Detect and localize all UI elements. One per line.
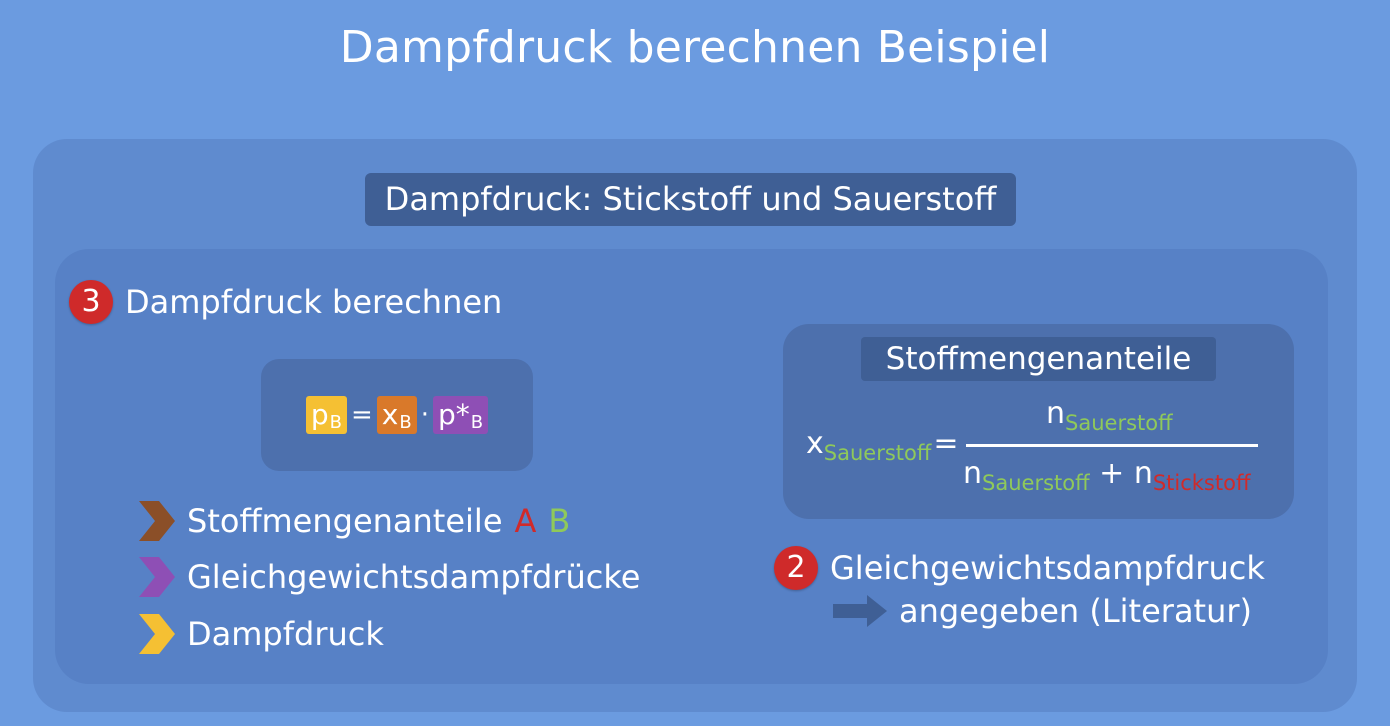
vapor-pressure-formula: pB = xB · p* B xyxy=(261,359,533,471)
den-n2-sub: Stickstoff xyxy=(1152,471,1251,495)
legend-item-gleichgewichtsdampfdruecke: Gleichgewichtsdampfdrücke xyxy=(137,555,640,599)
formula-x-symbol: xB xyxy=(376,396,417,434)
den-n1: n xyxy=(963,456,983,491)
chevron-right-icon xyxy=(139,614,175,654)
formula-pstar-sub: B xyxy=(470,412,484,433)
formula-p-sub: B xyxy=(329,412,342,433)
formula-x-letter: x xyxy=(381,398,399,431)
legend-item-dampfdruck: Dampfdruck xyxy=(137,612,384,656)
arrow-right-icon xyxy=(833,595,887,627)
fraction-numerator: nSauerstoff xyxy=(1046,396,1173,435)
den-plus: + xyxy=(1099,456,1125,491)
formula-equals: = xyxy=(351,400,373,430)
step-2-note-text: angegeben (Literatur) xyxy=(899,592,1253,630)
chevron-right-icon xyxy=(139,557,175,597)
den-n2: n xyxy=(1133,456,1153,491)
step-2-heading: 2 Gleichgewichtsdampfdruck xyxy=(774,546,1265,590)
page-title: Dampfdruck berechnen Beispiel xyxy=(339,22,1051,73)
formula-pstar-letter: p* xyxy=(438,398,470,431)
chevron-right-icon xyxy=(139,501,175,541)
legend-label-b: B xyxy=(548,502,571,540)
legend-label: Gleichgewichtsdampfdrücke xyxy=(187,558,641,596)
formula-x-sub: B xyxy=(399,412,412,433)
legend-label: Dampfdruck xyxy=(187,615,384,653)
lhs-x: x xyxy=(806,426,824,461)
fraction-denominator: nSauerstoff + nStickstoff xyxy=(963,456,1250,495)
step-3-badge: 3 xyxy=(69,280,113,324)
legend-item-stoffmengenanteile: Stoffmengenanteile A B xyxy=(137,499,570,543)
step-2-note: angegeben (Literatur) xyxy=(833,592,1252,630)
lhs-x-sub: Sauerstoff xyxy=(823,441,932,465)
legend-label: Stoffmengenanteile xyxy=(187,502,503,540)
subtitle-bar: Dampfdruck: Stickstoff und Sauerstoff xyxy=(365,173,1016,226)
step-2-badge: 2 xyxy=(774,546,818,590)
step-3-label: Dampfdruck berechnen xyxy=(125,283,503,321)
lhs-equals: = xyxy=(933,426,959,461)
formula-p-letter: p xyxy=(310,398,329,431)
numerator-n: n xyxy=(1046,396,1066,431)
den-n1-sub: Sauerstoff xyxy=(982,471,1090,495)
mole-fraction-lhs: xSauerstoff= xyxy=(806,426,958,465)
formula-p-symbol: pB xyxy=(305,396,347,434)
mole-fraction-title: Stoffmengenanteile xyxy=(861,337,1216,381)
numerator-sub: Sauerstoff xyxy=(1065,411,1173,435)
step-2-label: Gleichgewichtsdampfdruck xyxy=(830,549,1265,587)
legend-label-a: A xyxy=(514,502,537,540)
step-3-heading: 3 Dampfdruck berechnen xyxy=(69,280,502,324)
fraction-line xyxy=(966,444,1258,447)
formula-dot: · xyxy=(420,400,429,430)
formula-pstar-symbol: p* B xyxy=(433,396,489,434)
